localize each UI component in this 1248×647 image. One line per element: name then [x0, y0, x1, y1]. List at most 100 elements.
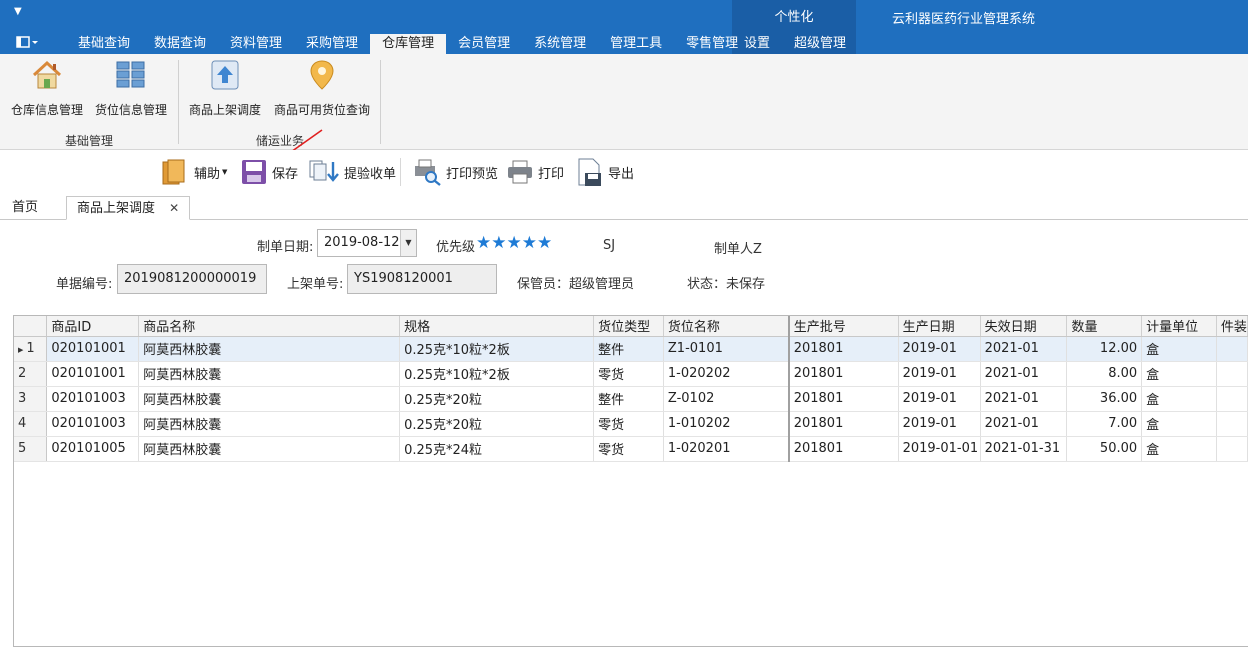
col-header[interactable]: 规格	[399, 316, 595, 337]
table-cell[interactable]: 0.25克*10粒*2板	[399, 361, 595, 387]
table-cell[interactable]: 整件	[593, 336, 664, 362]
table-cell[interactable]: 0.25克*20粒	[399, 386, 595, 412]
table-cell[interactable]: 201801	[788, 411, 899, 437]
col-header[interactable]: 生产批号	[788, 316, 899, 337]
col-header[interactable]: 货位名称	[663, 316, 790, 337]
doc-no-field[interactable]: 2019081200000019	[117, 264, 267, 294]
product-shelving-button[interactable]: 商品上架调度	[186, 58, 264, 118]
table-cell[interactable]: 020101005	[46, 436, 140, 462]
col-header[interactable]: 商品名称	[138, 316, 401, 337]
table-cell[interactable]: 阿莫西林胶囊	[138, 361, 401, 387]
table-row[interactable]: 5 020101005 阿莫西林胶囊 0.25克*24粒 零货 1-020201 20180…	[14, 436, 1248, 462]
table-cell[interactable]: 2019-01	[898, 361, 981, 387]
table-cell[interactable]: 020101003	[46, 386, 140, 412]
priority-stars[interactable]: ★★★★★	[476, 233, 552, 253]
table-cell[interactable]: 2021-01	[980, 386, 1068, 412]
col-header[interactable]: 商品ID	[46, 316, 140, 337]
table-cell[interactable]: 0.25克*10粒*2板	[399, 336, 595, 362]
row-number[interactable]: 2	[14, 361, 48, 387]
table-row[interactable]: 3 020101003 阿莫西林胶囊 0.25克*20粒 整件 Z-0102 201801 2…	[14, 386, 1248, 412]
ribbon-tab[interactable]: 采购管理	[294, 34, 370, 54]
table-cell[interactable]: 2021-01	[980, 336, 1068, 362]
table-cell[interactable]: 0.25克*24粒	[399, 436, 595, 462]
tab-home[interactable]: 首页	[2, 196, 48, 220]
table-cell[interactable]: 阿莫西林胶囊	[138, 436, 401, 462]
table-cell[interactable]: 201801	[788, 386, 899, 412]
table-cell[interactable]: 7.00	[1066, 411, 1143, 437]
ribbon-tab[interactable]: 管理工具	[598, 34, 674, 54]
quick-access-dropdown-icon[interactable]: ▼	[14, 6, 22, 17]
col-header[interactable]: 货位类型	[593, 316, 664, 337]
col-header[interactable]: 计量单位	[1141, 316, 1217, 337]
table-cell[interactable]: 1-020202	[663, 361, 790, 387]
chevron-down-icon[interactable]: ▼	[400, 230, 416, 256]
ribbon-tab[interactable]: 基础查询	[66, 34, 142, 54]
close-icon[interactable]: ✕	[169, 201, 179, 215]
table-cell[interactable]: 零货	[593, 361, 664, 387]
table-cell[interactable]: 201801	[788, 361, 899, 387]
table-cell[interactable]: 零货	[593, 436, 664, 462]
ribbon-tab[interactable]: 数据查询	[142, 34, 218, 54]
table-cell[interactable]: 1-020201	[663, 436, 790, 462]
table-cell[interactable]: 0.25克*20粒	[399, 411, 595, 437]
row-number[interactable]: 5	[14, 436, 48, 462]
print-button[interactable]: 打印	[506, 156, 564, 188]
warehouse-info-button[interactable]: 仓库信息管理	[8, 58, 86, 118]
table-cell[interactable]: 12.00	[1066, 336, 1143, 362]
ribbon-tab[interactable]: 设置	[732, 34, 782, 54]
table-cell[interactable]: 阿莫西林胶囊	[138, 411, 401, 437]
table-cell[interactable]	[1216, 361, 1248, 387]
col-header[interactable]: 数量	[1066, 316, 1143, 337]
table-cell[interactable]: 盒	[1141, 436, 1217, 462]
table-cell[interactable]: 盒	[1141, 411, 1217, 437]
available-location-query-button[interactable]: 商品可用货位查询	[270, 58, 374, 118]
table-cell[interactable]: 2019-01-01	[898, 436, 981, 462]
table-cell[interactable]	[1216, 386, 1248, 412]
table-row[interactable]: ▶ 1 020101001 阿莫西林胶囊 0.25克*10粒*2板 整件 Z1-0101 20…	[14, 336, 1248, 362]
table-cell[interactable]: 50.00	[1066, 436, 1143, 462]
extract-receipt-button[interactable]: 提验收单	[308, 156, 396, 188]
col-header[interactable]: 生产日期	[898, 316, 981, 337]
table-cell[interactable]: 020101003	[46, 411, 140, 437]
table-cell[interactable]	[1216, 436, 1248, 462]
table-cell[interactable]: 2021-01	[980, 411, 1068, 437]
table-cell[interactable]: 整件	[593, 386, 664, 412]
table-cell[interactable]: 8.00	[1066, 361, 1143, 387]
tab-product-shelving[interactable]: 商品上架调度 ✕	[66, 196, 191, 220]
export-button[interactable]: 导出	[576, 156, 634, 188]
table-cell[interactable]: 零货	[593, 411, 664, 437]
table-cell[interactable]: 2021-01	[980, 361, 1068, 387]
table-row[interactable]: 4 020101003 阿莫西林胶囊 0.25克*20粒 零货 1-010202 20180…	[14, 411, 1248, 437]
table-cell[interactable]: 阿莫西林胶囊	[138, 386, 401, 412]
save-button[interactable]: 保存	[240, 156, 298, 188]
col-header[interactable]: 件装	[1216, 316, 1248, 337]
table-cell[interactable]: 2019-01	[898, 336, 981, 362]
assist-button[interactable]: 辅助 ▼	[160, 156, 227, 188]
ribbon-tab[interactable]: 仓库管理	[370, 34, 447, 54]
ribbon-tab[interactable]: 系统管理	[522, 34, 598, 54]
table-cell[interactable]: 盒	[1141, 386, 1217, 412]
col-header[interactable]: 失效日期	[980, 316, 1068, 337]
table-cell[interactable]: 盒	[1141, 336, 1217, 362]
ribbon-tab[interactable]: 会员管理	[446, 34, 522, 54]
ribbon-tab[interactable]: 超级管理	[782, 34, 858, 54]
table-cell[interactable]: 2021-01-31	[980, 436, 1068, 462]
location-info-button[interactable]: 货位信息管理	[92, 58, 170, 118]
table-cell[interactable]: 阿莫西林胶囊	[138, 336, 401, 362]
table-cell[interactable]: 36.00	[1066, 386, 1143, 412]
table-cell[interactable]: Z1-0101	[663, 336, 790, 362]
shelf-no-field[interactable]: YS1908120001	[347, 264, 497, 294]
row-number[interactable]: 4	[14, 411, 48, 437]
table-row[interactable]: 2 020101001 阿莫西林胶囊 0.25克*10粒*2板 零货 1-020202 20…	[14, 361, 1248, 387]
print-preview-button[interactable]: 打印预览	[412, 156, 498, 188]
ribbon-tab[interactable]: 资料管理	[218, 34, 294, 54]
table-cell[interactable]: 201801	[788, 436, 899, 462]
table-cell[interactable]: 2019-01	[898, 411, 981, 437]
table-cell[interactable]: 020101001	[46, 361, 140, 387]
table-cell[interactable]: 盒	[1141, 361, 1217, 387]
row-number[interactable]: ▶ 1	[14, 336, 48, 362]
table-cell[interactable]: 201801	[788, 336, 899, 362]
table-cell[interactable]: 020101001	[46, 336, 140, 362]
row-number[interactable]: 3	[14, 386, 48, 412]
table-cell[interactable]	[1216, 411, 1248, 437]
